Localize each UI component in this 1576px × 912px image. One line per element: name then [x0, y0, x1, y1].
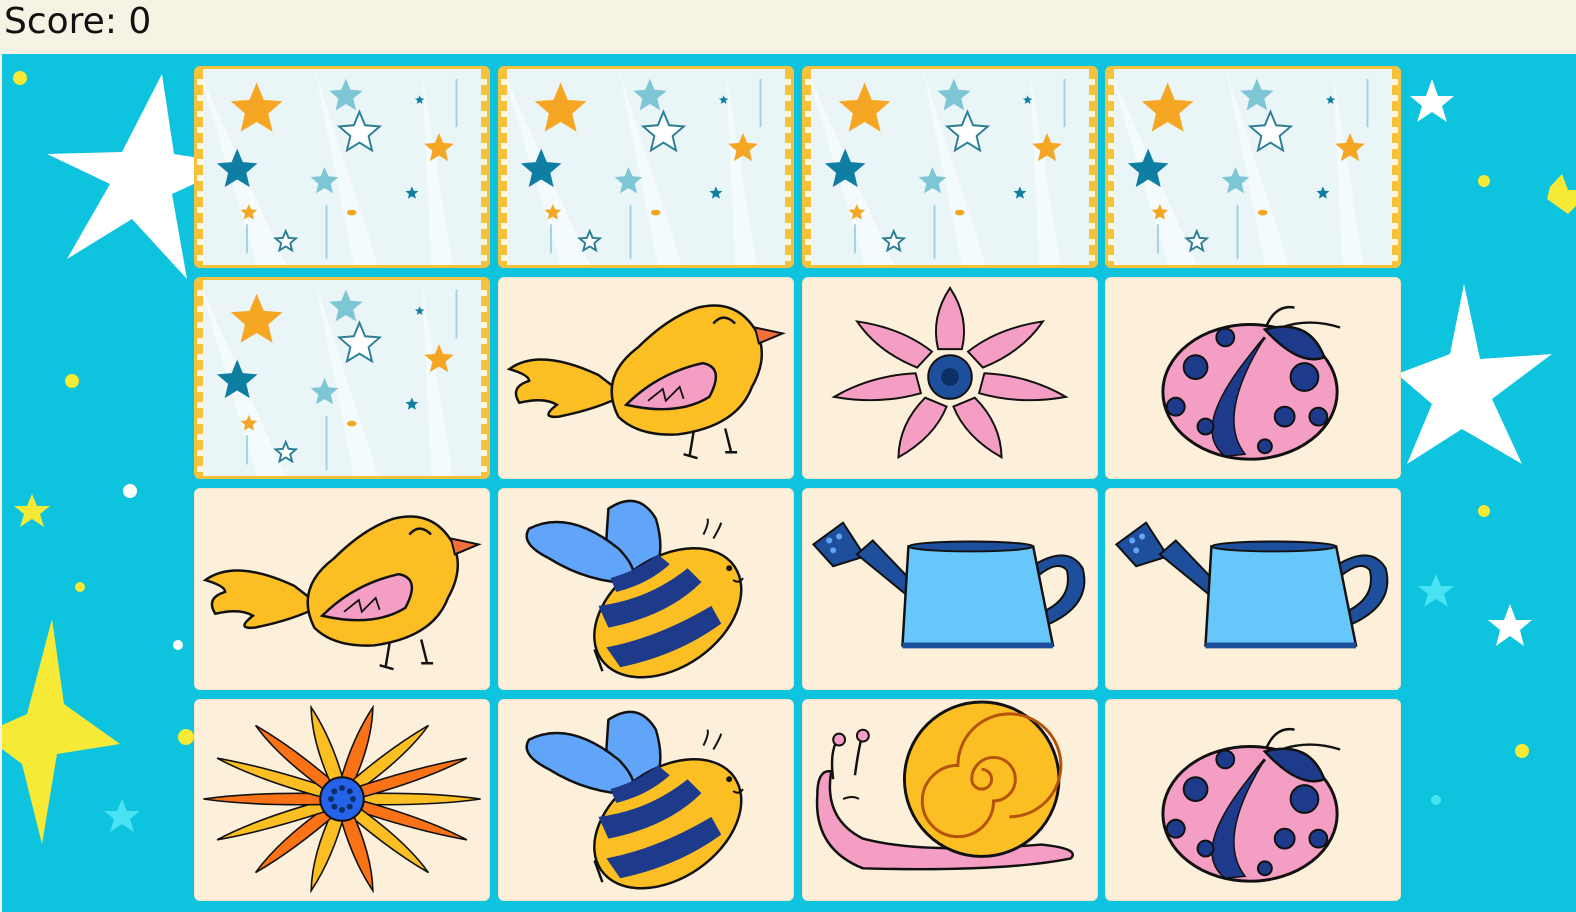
- bee-icon: [525, 499, 744, 679]
- memory-card-1[interactable]: [194, 66, 490, 268]
- card-edge-stripe: [1089, 69, 1095, 265]
- memory-card-13[interactable]: [194, 699, 490, 901]
- card-edge-stripe: [785, 69, 791, 265]
- star-pattern-back: [198, 69, 486, 265]
- memory-card-9[interactable]: [194, 488, 490, 690]
- card-edge-stripe: [805, 69, 811, 265]
- memory-card-15[interactable]: [802, 699, 1098, 901]
- memory-card-8[interactable]: [1105, 277, 1401, 479]
- star-decoration: [1547, 174, 1576, 214]
- star-pattern-back: [806, 69, 1094, 265]
- memory-card-3[interactable]: [802, 66, 1098, 268]
- orange-flower-icon: [203, 704, 481, 894]
- card-edge-stripe: [197, 69, 203, 265]
- star-decoration: [1418, 574, 1454, 607]
- bird-icon: [506, 304, 786, 460]
- star-decoration: [1488, 604, 1532, 646]
- memory-card-2[interactable]: [498, 66, 794, 268]
- bee-icon: [525, 710, 744, 890]
- ladybug-icon: [1161, 727, 1341, 883]
- star-decoration: [2, 619, 120, 844]
- ladybug-icon: [1161, 305, 1341, 461]
- memory-card-14[interactable]: [498, 699, 794, 901]
- memory-card-7[interactable]: [802, 277, 1098, 479]
- card-edge-stripe: [501, 69, 507, 265]
- bird-icon: [202, 515, 482, 671]
- pink-flower-icon: [831, 286, 1069, 460]
- score-bar: Score: 0: [0, 0, 1576, 52]
- memory-card-4[interactable]: [1105, 66, 1401, 268]
- star-decoration: [104, 799, 140, 832]
- memory-card-5[interactable]: [194, 277, 490, 479]
- card-edge-stripe: [1392, 69, 1398, 265]
- card-edge-stripe: [1108, 69, 1114, 265]
- memory-card-12[interactable]: [1105, 488, 1401, 690]
- score-label: Score: 0: [4, 1, 152, 42]
- memory-card-10[interactable]: [498, 488, 794, 690]
- watering-can-icon: [811, 521, 1086, 649]
- star-decoration: [1397, 284, 1552, 464]
- star-pattern-back: [502, 69, 790, 265]
- game-board: [2, 54, 1576, 912]
- star-decoration: [14, 494, 50, 527]
- watering-can-icon: [1114, 521, 1389, 649]
- snail-icon: [815, 700, 1074, 871]
- memory-card-11[interactable]: [802, 488, 1098, 690]
- star-pattern-back: [198, 280, 486, 476]
- memory-card-6[interactable]: [498, 277, 794, 479]
- memory-card-16[interactable]: [1105, 699, 1401, 901]
- card-edge-stripe: [481, 69, 487, 265]
- card-edge-stripe: [197, 280, 203, 476]
- card-edge-stripe: [481, 280, 487, 476]
- star-decoration: [1410, 79, 1454, 122]
- star-pattern-back: [1109, 69, 1397, 265]
